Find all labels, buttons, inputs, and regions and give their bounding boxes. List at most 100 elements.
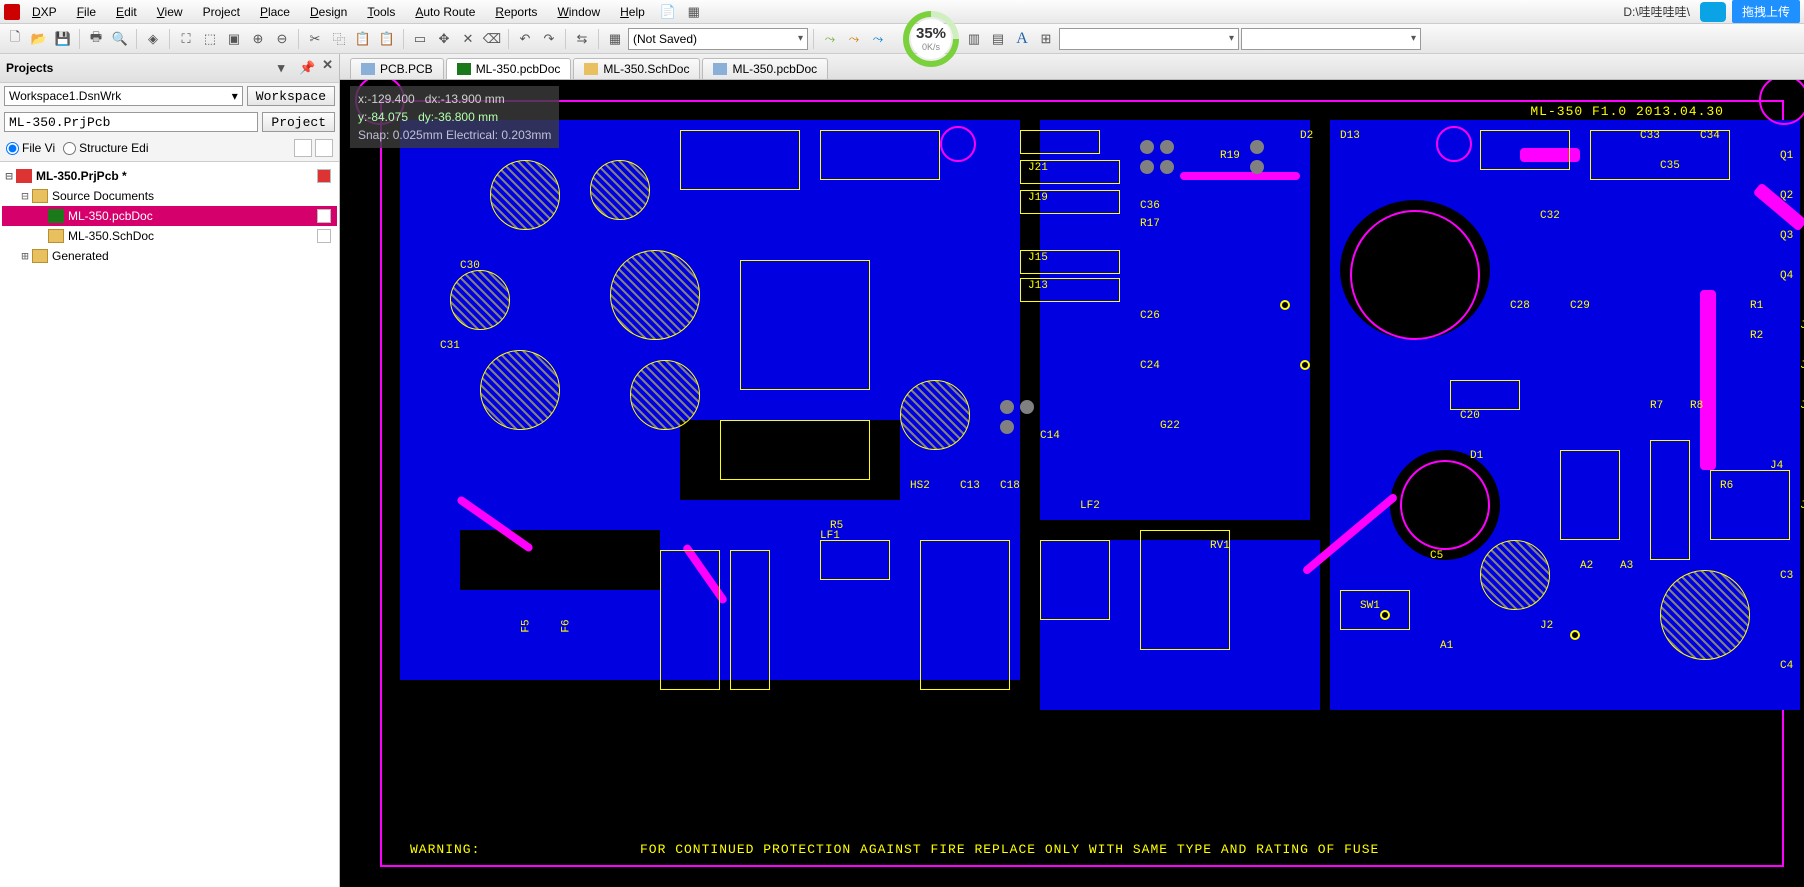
- align-icon-2[interactable]: ▤: [987, 28, 1009, 50]
- cloud-icon[interactable]: [1700, 2, 1726, 22]
- menu-autoroute[interactable]: Auto Route: [407, 3, 483, 21]
- refdes: A1: [1440, 640, 1453, 652]
- keepout-circle: [1400, 460, 1490, 550]
- redo-icon[interactable]: ↷: [538, 28, 560, 50]
- tab-ml350-pcbdoc-2[interactable]: ML-350.pcbDoc: [702, 58, 828, 79]
- panel-title-bar: Projects ▾ 📌 ✕: [0, 54, 339, 83]
- zoom-out-icon[interactable]: ⊖: [271, 28, 293, 50]
- doc-indicator-icon: [317, 229, 331, 243]
- panel-opt-icon-1[interactable]: [294, 139, 312, 157]
- schdoc-icon: [584, 63, 598, 75]
- expand-icon[interactable]: ⊞: [18, 249, 32, 263]
- project-tree: ⊟ ML-350.PrjPcb * ⊟ Source Documents ML-…: [0, 161, 339, 887]
- tree-generated[interactable]: ⊞ Generated: [2, 246, 337, 266]
- grid-icon[interactable]: ⊞: [1035, 28, 1057, 50]
- clear-icon[interactable]: ⌫: [481, 28, 503, 50]
- refdes: C29: [1570, 300, 1590, 312]
- refdes: J5: [1800, 500, 1804, 512]
- tree-pcbdoc[interactable]: ML-350.pcbDoc: [2, 206, 337, 226]
- tree-source-docs[interactable]: ⊟ Source Documents: [2, 186, 337, 206]
- zoom-area-icon[interactable]: ⬚: [199, 28, 221, 50]
- workspace-combo[interactable]: Workspace1.DsnWrk ▾: [4, 86, 243, 106]
- tree-root[interactable]: ⊟ ML-350.PrjPcb *: [2, 166, 337, 186]
- paste-icon[interactable]: 📋: [352, 28, 374, 50]
- crossprobe-icon[interactable]: ⇆: [571, 28, 593, 50]
- zoom-sel-icon[interactable]: ▣: [223, 28, 245, 50]
- radio-structure[interactable]: Structure Edi: [63, 141, 148, 155]
- menu-dxp[interactable]: DXP: [24, 3, 65, 21]
- deselect-icon[interactable]: ✕: [457, 28, 479, 50]
- project-button[interactable]: Project: [262, 112, 335, 132]
- warning-text: FOR CONTINUED PROTECTION AGAINST FIRE RE…: [640, 842, 1379, 857]
- panel-opt-icon-2[interactable]: [315, 139, 333, 157]
- tree-schdoc[interactable]: ML-350.SchDoc: [2, 226, 337, 246]
- radio-file-view[interactable]: File Vi: [6, 141, 55, 155]
- menu-edit[interactable]: Edit: [108, 3, 145, 21]
- collapse-icon[interactable]: ⊟: [2, 169, 16, 183]
- misc-icon[interactable]: ▦: [604, 28, 626, 50]
- refdes: D2: [1300, 130, 1313, 142]
- refdes: C36: [1140, 200, 1160, 212]
- menu-reports[interactable]: Reports: [487, 3, 545, 21]
- refdes: C18: [1000, 480, 1020, 492]
- folder-icon: [32, 189, 48, 203]
- menu-file[interactable]: File: [69, 3, 104, 21]
- zoom-in-icon[interactable]: ⊕: [247, 28, 269, 50]
- save-icon[interactable]: 💾: [52, 28, 74, 50]
- refdes: C28: [1510, 300, 1530, 312]
- copy-icon[interactable]: ⿻: [328, 28, 350, 50]
- tab-pcb-pcb[interactable]: PCB.PCB: [350, 58, 444, 79]
- layers-icon[interactable]: ◈: [142, 28, 164, 50]
- menu-extra-icon-2[interactable]: ▦: [683, 1, 705, 23]
- cut-icon[interactable]: ✂: [304, 28, 326, 50]
- menu-tools[interactable]: Tools: [359, 3, 403, 21]
- panel-menu-icon[interactable]: ▾: [270, 57, 292, 79]
- capacitor: [490, 160, 560, 230]
- tab-ml350-pcbdoc[interactable]: ML-350.pcbDoc: [446, 58, 572, 79]
- undo-icon[interactable]: ↶: [514, 28, 536, 50]
- menu-design[interactable]: Design: [302, 3, 355, 21]
- open-icon[interactable]: 📂: [28, 28, 50, 50]
- workspace-button[interactable]: Workspace: [247, 86, 335, 106]
- select-rect-icon[interactable]: ▭: [409, 28, 431, 50]
- project-field[interactable]: [4, 112, 258, 132]
- menu-extra-icon-1[interactable]: 📄: [657, 1, 679, 23]
- route-icon-3[interactable]: ⤳: [867, 28, 889, 50]
- text-icon[interactable]: A: [1011, 28, 1033, 50]
- combo-1[interactable]: ▾: [1059, 28, 1239, 50]
- move-icon[interactable]: ✥: [433, 28, 455, 50]
- menu-help[interactable]: Help: [612, 3, 653, 21]
- project-icon: [16, 169, 32, 183]
- combo-2[interactable]: ▾: [1241, 28, 1421, 50]
- refdes: R17: [1140, 218, 1160, 230]
- menu-place[interactable]: Place: [252, 3, 298, 21]
- align-icon-1[interactable]: ▥: [963, 28, 985, 50]
- pin-icon[interactable]: 📌: [296, 57, 318, 79]
- refdes: RV1: [1210, 540, 1230, 552]
- tab-ml350-schdoc[interactable]: ML-350.SchDoc: [573, 58, 700, 79]
- print-icon[interactable]: 🖶: [85, 28, 107, 50]
- refdes: R8: [1690, 400, 1703, 412]
- refdes: J7: [1800, 360, 1804, 372]
- refdes: J2: [1540, 620, 1553, 632]
- pcb-canvas[interactable]: x:-129.400 dx:-13.900 mm y:-84.075 dy:-3…: [340, 80, 1804, 887]
- close-icon[interactable]: ✕: [322, 57, 333, 79]
- refdes: A3: [1620, 560, 1633, 572]
- component: [740, 260, 870, 390]
- route-icon-1[interactable]: ⤳: [819, 28, 841, 50]
- workspace-value: Workspace1.DsnWrk: [9, 89, 121, 103]
- paste-special-icon[interactable]: 📋: [376, 28, 398, 50]
- collapse-icon[interactable]: ⊟: [18, 189, 32, 203]
- menu-window[interactable]: Window: [549, 3, 608, 21]
- pad: [1000, 400, 1014, 414]
- new-icon[interactable]: 🗋: [4, 28, 26, 50]
- upload-button[interactable]: 拖拽上传: [1732, 0, 1800, 23]
- menu-view[interactable]: View: [149, 3, 191, 21]
- trace: [1700, 290, 1716, 470]
- refdes: C13: [960, 480, 980, 492]
- menu-project[interactable]: Project: [195, 3, 248, 21]
- preview-icon[interactable]: 🔍: [109, 28, 131, 50]
- layer-select[interactable]: (Not Saved) ▾: [628, 28, 808, 50]
- zoom-fit-icon[interactable]: ⛶: [175, 28, 197, 50]
- route-icon-2[interactable]: ⤳: [843, 28, 865, 50]
